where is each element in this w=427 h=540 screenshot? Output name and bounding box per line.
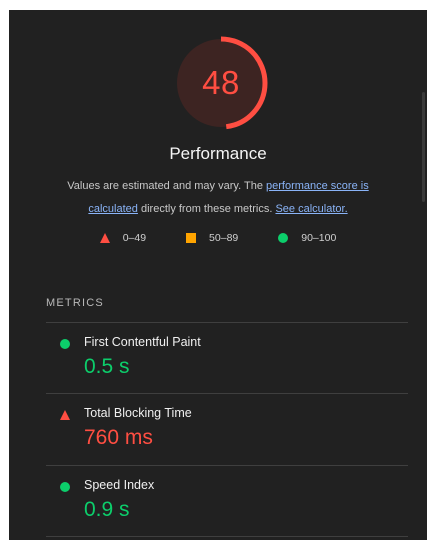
score-description: Values are estimated and may vary. The p…: [49, 175, 387, 221]
legend-range-average: 50–89: [209, 232, 239, 244]
legend-item-pass: 90–100: [278, 232, 336, 244]
metric-first-contentful-paint[interactable]: First Contentful Paint 0.5 s: [46, 323, 408, 393]
circle-icon: [278, 233, 289, 243]
metric-speed-index[interactable]: Speed Index 0.9 s: [46, 466, 408, 536]
metric-value: 0.9 s: [84, 498, 130, 521]
metric-value: 0.5 s: [84, 355, 130, 378]
circle-icon: [60, 482, 70, 492]
legend-range-fail: 0–49: [122, 232, 147, 244]
metric-name: First Contentful Paint: [84, 335, 201, 349]
score-legend: 0–49 50–89 90–100: [9, 232, 427, 244]
square-icon: [186, 233, 197, 243]
description-text-2: directly from these metrics.: [137, 203, 276, 215]
legend-item-average: 50–89: [186, 232, 238, 244]
metrics-heading: METRICS: [46, 297, 104, 309]
category-title: Performance: [169, 144, 267, 163]
metric-name: Total Blocking Time: [84, 406, 192, 420]
see-calculator-link[interactable]: See calculator.: [275, 203, 347, 215]
divider: [46, 536, 408, 537]
metric-value: 760 ms: [84, 426, 153, 449]
description-text: Values are estimated and may vary. The: [67, 180, 266, 192]
performance-score: 48: [202, 64, 240, 101]
legend-range-pass: 90–100: [301, 232, 337, 244]
triangle-icon: [99, 233, 110, 243]
metric-name: Speed Index: [84, 478, 155, 492]
performance-panel: 48 Performance Values are estimated and …: [9, 10, 427, 540]
metric-total-blocking-time[interactable]: Total Blocking Time 760 ms: [46, 394, 408, 464]
legend-item-fail: 0–49: [99, 232, 147, 244]
circle-icon: [60, 339, 70, 349]
triangle-icon: [60, 410, 70, 420]
performance-gauge: 48: [173, 35, 269, 131]
